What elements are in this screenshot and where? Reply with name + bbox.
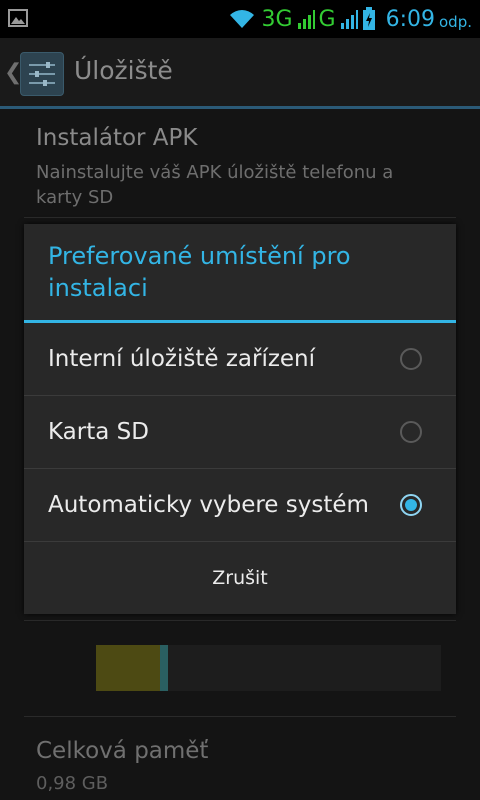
settings-app-icon[interactable] bbox=[20, 52, 64, 96]
page-title: Úložiště bbox=[74, 56, 173, 85]
option-label: Karta SD bbox=[48, 419, 149, 445]
sliders-icon bbox=[29, 62, 55, 86]
storage-used-segment bbox=[96, 645, 160, 691]
radio-button[interactable] bbox=[400, 494, 422, 516]
radio-button[interactable] bbox=[400, 348, 422, 370]
network-type-g: G bbox=[318, 6, 336, 32]
list-divider bbox=[24, 217, 456, 218]
list-divider bbox=[24, 620, 456, 621]
storage-usage-bar bbox=[96, 645, 441, 691]
list-divider bbox=[24, 716, 456, 717]
radio-button[interactable] bbox=[400, 421, 422, 443]
status-time: 6:09 bbox=[385, 6, 435, 32]
action-bar-divider bbox=[0, 106, 480, 109]
option-sd-card[interactable]: Karta SD bbox=[24, 396, 456, 468]
network-type-3g: 3G bbox=[261, 6, 293, 32]
signal-strength-icon-2 bbox=[340, 10, 358, 29]
option-auto-select[interactable]: Automaticky vybere systém bbox=[24, 469, 456, 541]
status-bar: 3G G 6:09 odp. bbox=[0, 0, 480, 38]
wifi-icon bbox=[230, 10, 255, 28]
total-memory-title: Celková paměť bbox=[36, 738, 209, 764]
signal-strength-icon bbox=[297, 10, 315, 29]
cancel-button[interactable]: Zrušit bbox=[24, 542, 456, 614]
install-location-dialog: Preferované umístění pro instalaci Inter… bbox=[24, 224, 456, 614]
option-label: Automaticky vybere systém bbox=[48, 492, 369, 518]
apk-installer-summary: Nainstalujte váš APK úložiště telefonu a… bbox=[36, 162, 394, 208]
storage-other-segment bbox=[160, 645, 168, 691]
dialog-title: Preferované umístění pro instalaci bbox=[48, 242, 351, 302]
apk-installer-title[interactable]: Instalátor APK bbox=[36, 125, 197, 151]
status-ampm: odp. bbox=[439, 13, 472, 31]
gallery-notification-icon bbox=[8, 9, 28, 27]
total-memory-value: 0,98 GB bbox=[36, 773, 109, 794]
battery-charging-icon bbox=[362, 7, 375, 30]
option-label: Interní úložiště zařízení bbox=[48, 346, 316, 372]
action-bar: ❮ Úložiště bbox=[0, 38, 480, 106]
option-internal-storage[interactable]: Interní úložiště zařízení bbox=[24, 323, 456, 395]
